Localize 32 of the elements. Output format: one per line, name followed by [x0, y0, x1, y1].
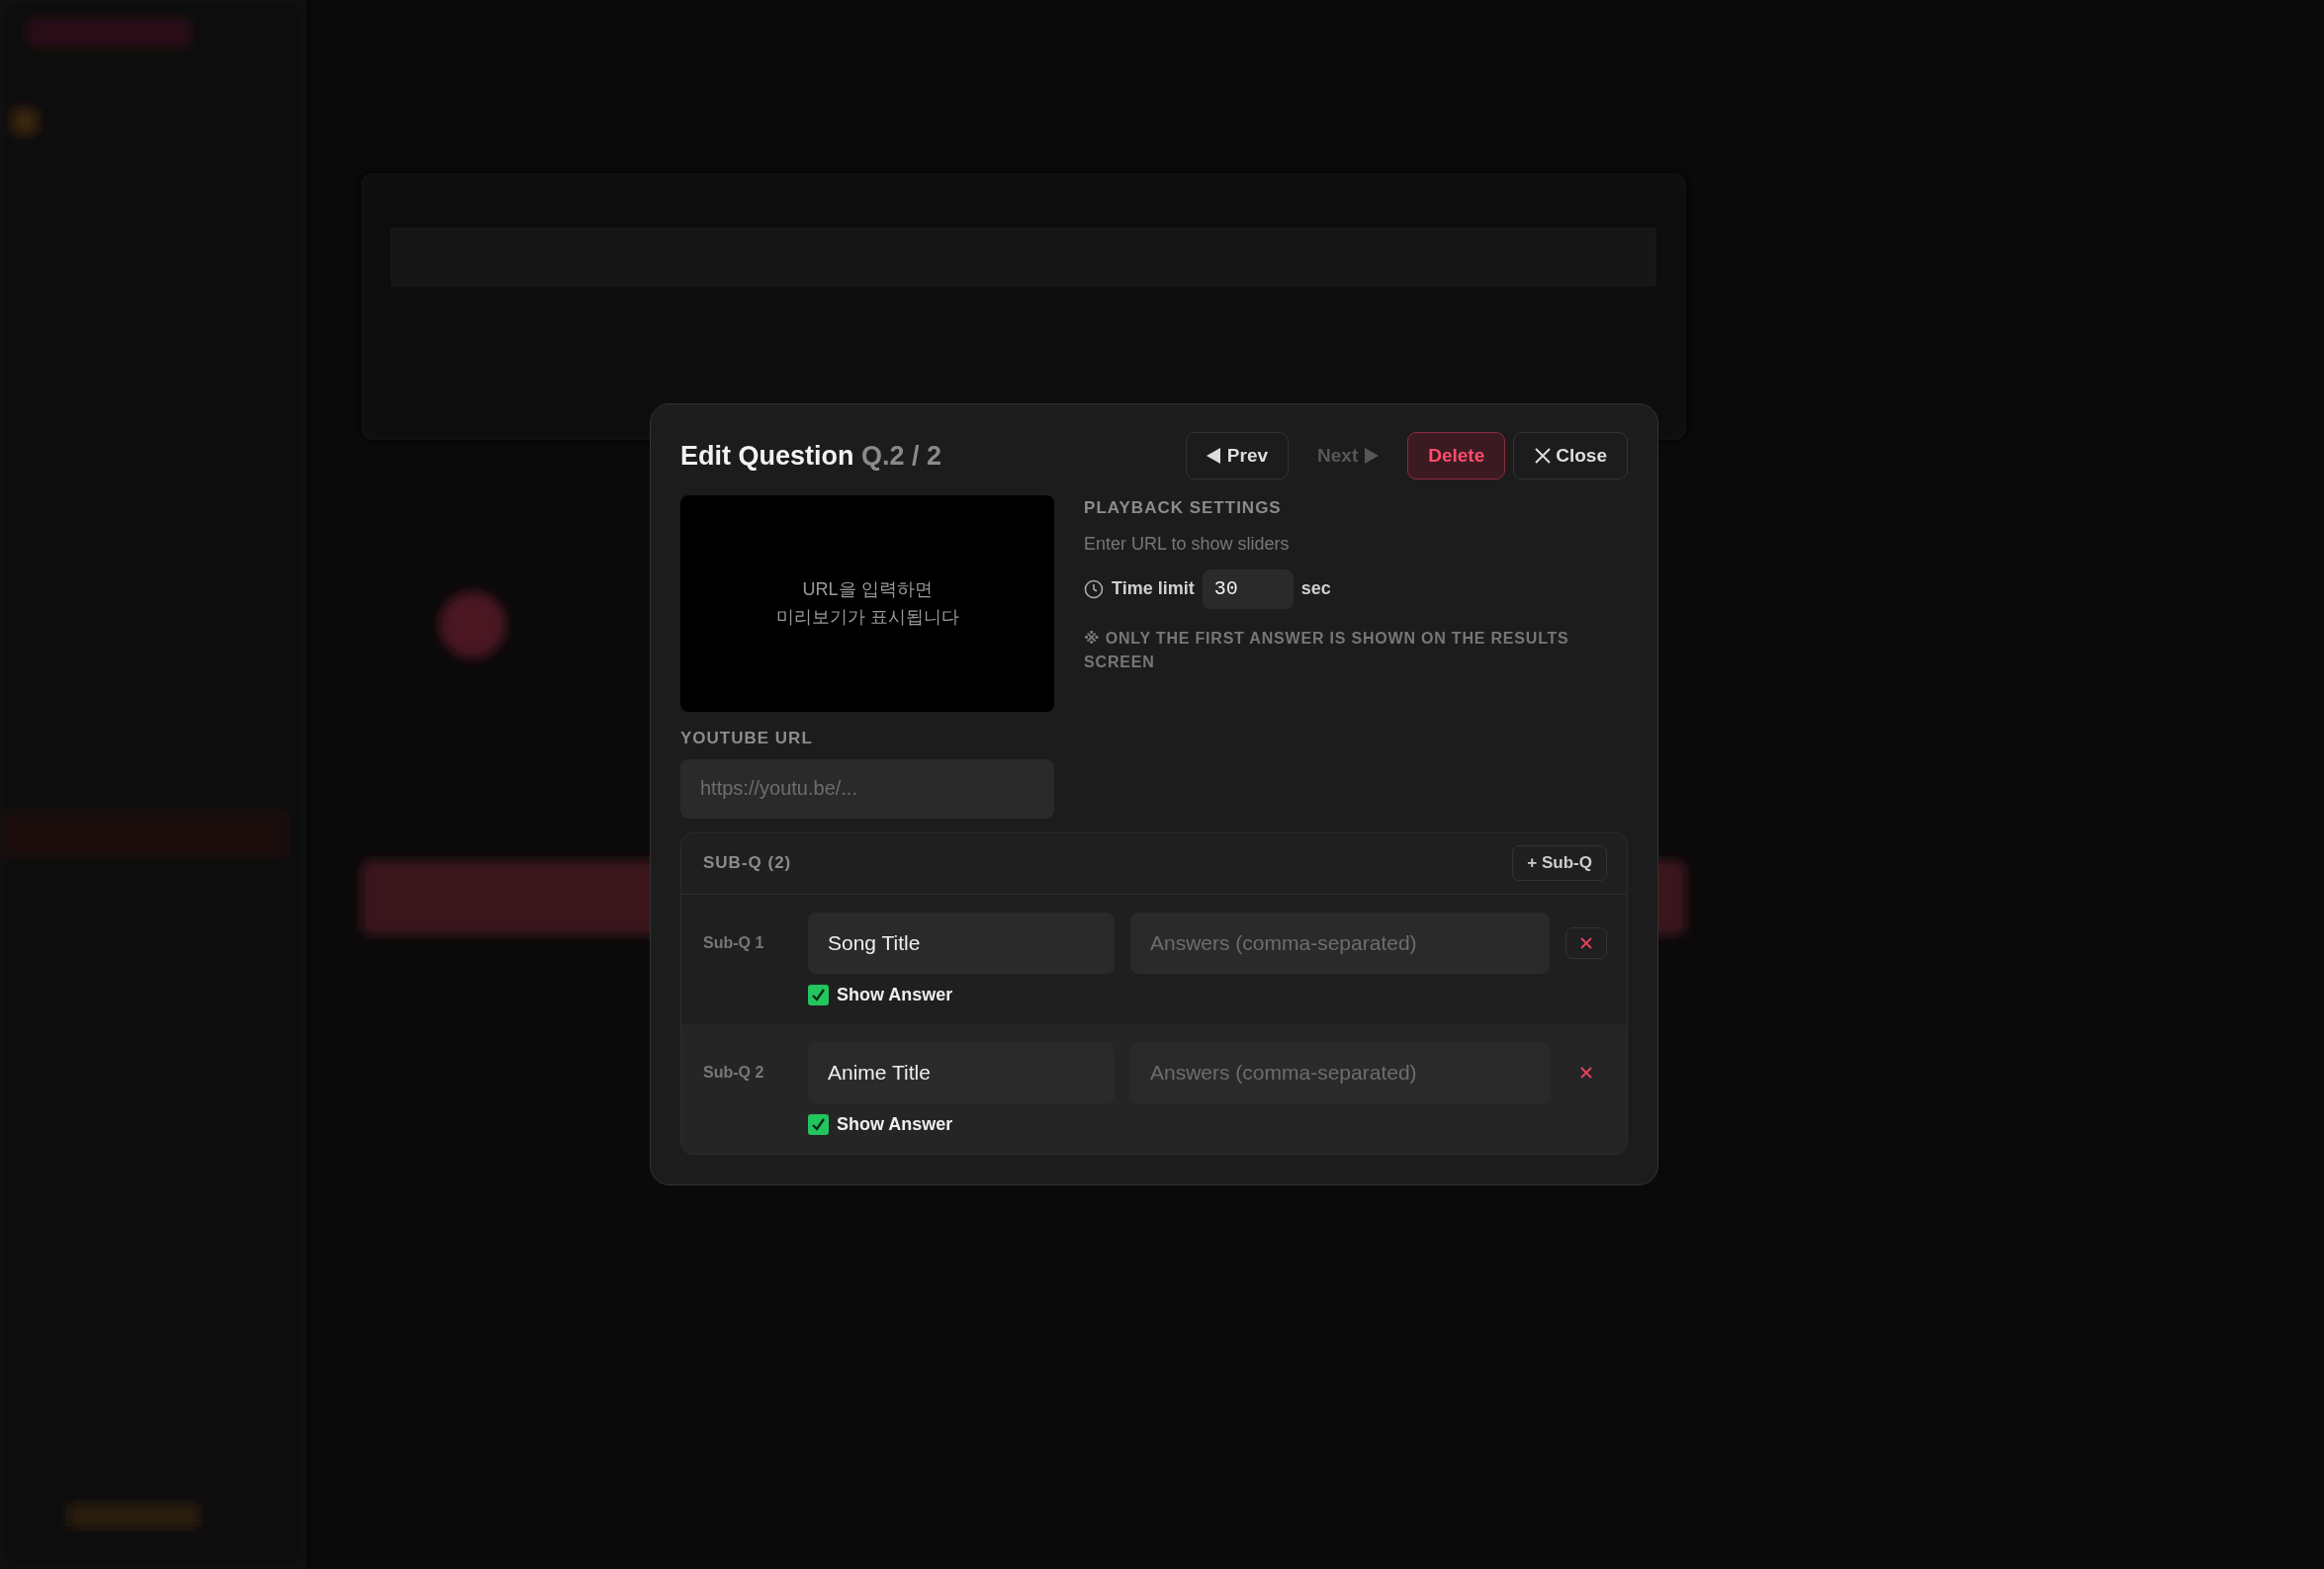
checkbox[interactable] [808, 1113, 829, 1135]
section-heading: PLAYBACK SETTINGS [1084, 497, 1283, 519]
title-input-field[interactable]: Song Title [808, 912, 1115, 974]
checkbox[interactable] [808, 984, 829, 1005]
section-heading: SUB-Q (2) [703, 852, 792, 875]
delete-button[interactable]: Delete [1407, 432, 1506, 479]
clock-icon [1084, 578, 1105, 599]
answers-input-field[interactable]: Answers (comma-separated) [1130, 912, 1550, 974]
title-input-field[interactable]: Anime Title [808, 1041, 1115, 1103]
row-label: Sub-Q 2 [703, 1062, 765, 1083]
note-text: ※ ONLY THE FIRST ANSWER IS SHOWN ON THE RESULTS SCREEN [1084, 628, 1570, 672]
answers-input-field[interactable]: Answers (comma-separated) [1130, 1041, 1550, 1103]
checkbox-label: Show Answer [837, 983, 953, 1006]
close-icon [1580, 1066, 1592, 1079]
hint-text: Enter URL to show sliders [1084, 532, 1291, 556]
triangle-right-icon [1365, 448, 1380, 464]
prev-button[interactable]: Prev [1185, 432, 1290, 479]
field-label: YOUTUBE URL [680, 728, 814, 749]
add-sub-question-button[interactable]: + Sub-Q [1512, 845, 1607, 881]
remove-button[interactable] [1565, 926, 1607, 959]
unit-label: sec [1300, 577, 1331, 600]
preview-message: URL을 입력하면 미리보기가 표시됩니다 [775, 577, 959, 629]
close-icon [1534, 447, 1553, 465]
field-label: Time limit [1112, 577, 1195, 600]
modal-title: Edit Question Q.2 / 2 [680, 439, 942, 473]
checkbox-label: Show Answer [837, 1112, 953, 1136]
time-limit-field[interactable]: 30 [1202, 568, 1294, 609]
close-icon [1580, 936, 1592, 949]
triangle-left-icon [1206, 448, 1220, 464]
url-input-field[interactable]: https://youtu.be/... [680, 758, 1055, 819]
row-label: Sub-Q 1 [703, 932, 765, 953]
close-button[interactable]: Close [1513, 432, 1628, 479]
